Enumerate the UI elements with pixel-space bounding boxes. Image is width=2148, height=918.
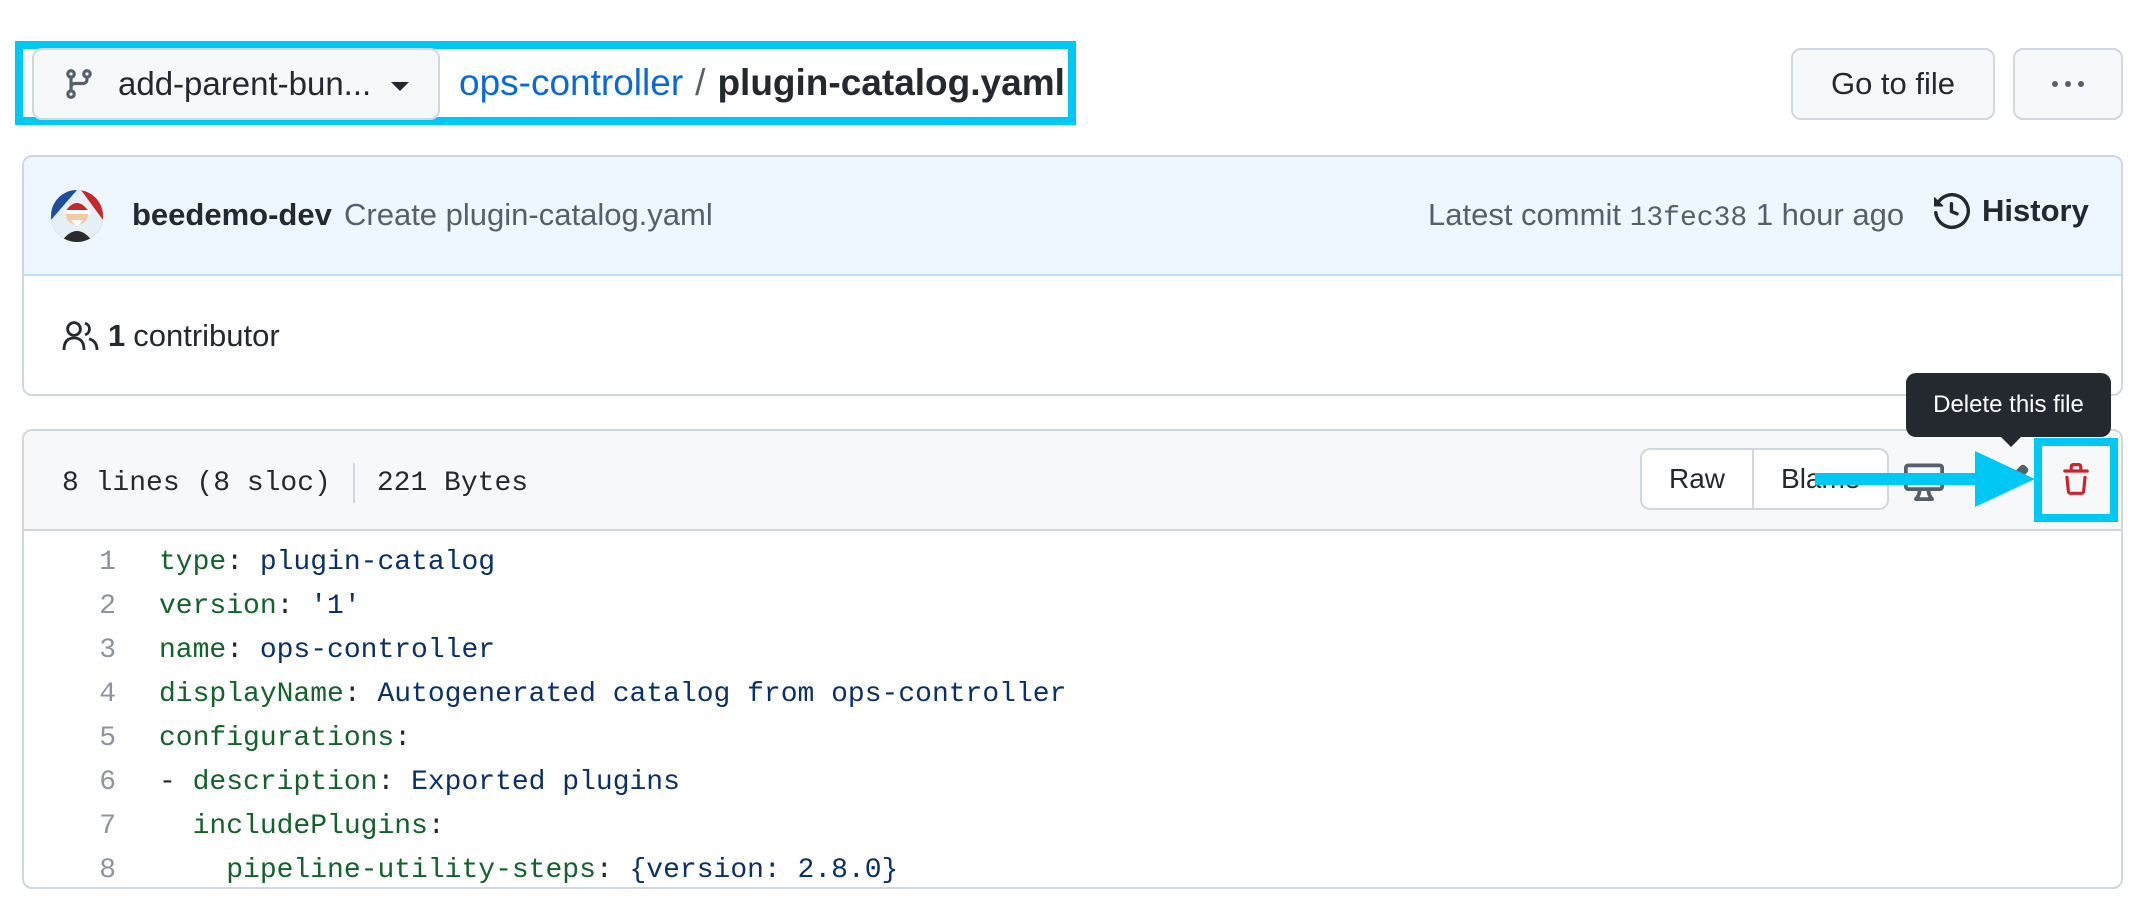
go-to-file-button[interactable]: Go to file [1791,48,1995,120]
contributors-link[interactable]: 1 contributor [62,318,280,354]
commit-author-link[interactable]: beedemo-dev [132,197,332,233]
breadcrumb-separator: / [695,62,706,103]
line-number[interactable]: 4 [24,679,116,710]
more-options-button[interactable] [2013,48,2123,120]
yaml-key: version [159,590,277,622]
code-line: 4 displayName: Autogenerated catalog fro… [24,672,2121,716]
code-line: 5 configurations: [24,716,2121,760]
git-branch-icon [66,69,92,99]
commit-message-link[interactable]: Create plugin-catalog.yaml [344,197,713,233]
latest-commit-row: beedemo-dev Create plugin-catalog.yaml L… [24,157,2121,276]
code-view: 1 type: plugin-catalog 2 version: '1' 3 … [24,531,2121,887]
code-text: version: '1' [159,591,361,622]
code-text: displayName: Autogenerated catalog from … [159,679,1066,710]
line-number[interactable]: 8 [24,855,116,886]
yaml-colon: : [427,810,445,842]
history-button[interactable]: History [1934,193,2089,229]
code-indent: - [159,766,193,798]
code-line: 3 name: ops-controller [24,628,2121,672]
branch-selector-button[interactable]: add-parent-bun... [32,48,440,120]
caret-down-icon [391,81,410,91]
code-line: 6 - description: Exported plugins [24,760,2121,804]
delete-file-button[interactable] [2034,438,2118,522]
yaml-key: configurations [159,722,395,754]
yaml-value: Autogenerated catalog from ops-controlle… [377,678,1067,710]
latest-commit-label: Latest commit [1428,197,1621,232]
history-label: History [1982,193,2089,228]
file-header: 8 lines (8 sloc) 221 Bytes Raw Blame [24,431,2121,531]
line-number[interactable]: 2 [24,591,116,622]
delete-file-tooltip: Delete this file [1906,373,2111,447]
yaml-key: type [159,546,227,578]
code-text: pipeline-utility-steps: {version: 2.8.0} [159,855,898,886]
code-text: includePlugins: [159,811,445,842]
yaml-colon: : [343,678,378,710]
commit-time: 1 hour ago [1755,197,1905,232]
yaml-colon: : [394,722,412,754]
file-viewer: 8 lines (8 sloc) 221 Bytes Raw Blame 1 t… [22,429,2123,889]
trash-icon [2063,463,2089,495]
code-line: 8 pipeline-utility-steps: {version: 2.8.… [24,848,2121,887]
kebab-dot [2065,81,2071,87]
avatar[interactable] [51,190,103,242]
commit-box: beedemo-dev Create plugin-catalog.yaml L… [22,155,2123,396]
people-icon [62,321,99,351]
yaml-key: includePlugins [192,810,428,842]
breadcrumb-repo-link[interactable]: ops-controller [459,62,683,103]
kebab-dot [2078,81,2084,87]
yaml-key: name [159,634,227,666]
divider [352,463,355,503]
file-lines-info: 8 lines (8 sloc) [62,467,331,499]
code-line: 1 type: plugin-catalog [24,540,2121,584]
code-text: - description: Exported plugins [159,767,680,798]
contributors-row: 1 contributor [24,276,2121,394]
code-line: 2 version: '1' [24,584,2121,628]
yaml-colon: : [595,854,630,886]
yaml-key: displayName [159,678,344,710]
file-info: 8 lines (8 sloc) 221 Bytes [62,463,528,503]
yaml-colon: : [226,634,260,666]
contributor-label: contributor [133,318,280,353]
code-line: 7 includePlugins: [24,804,2121,848]
code-text: configurations: [159,723,411,754]
line-number[interactable]: 1 [24,547,116,578]
yaml-value: Exported plugins [411,766,680,798]
code-text: name: ops-controller [159,635,495,666]
line-number[interactable]: 6 [24,767,116,798]
yaml-value: '1' [310,590,361,622]
line-number[interactable]: 7 [24,811,116,842]
annotation-arrow-icon [1815,451,2035,507]
yaml-key: pipeline-utility-steps [226,854,596,886]
branch-name: add-parent-bun... [118,65,372,102]
line-number[interactable]: 3 [24,635,116,666]
yaml-colon: : [276,590,311,622]
yaml-colon: : [226,546,260,578]
history-icon [1934,193,1970,229]
yaml-value: plugin-catalog [259,546,496,578]
commit-sha-link[interactable]: 13fec38 [1630,203,1748,234]
yaml-key: description [192,766,378,798]
kebab-horizontal-icon [2052,81,2058,87]
yaml-value: ops-controller [259,634,496,666]
yaml-colon: : [377,766,412,798]
breadcrumb: ops-controller / plugin-catalog.yaml [459,62,1065,104]
yaml-value: {version: 2.8.0} [629,854,899,886]
line-number[interactable]: 5 [24,723,116,754]
file-size: 221 Bytes [376,467,529,499]
breadcrumb-file-name: plugin-catalog.yaml [717,62,1065,103]
raw-button[interactable]: Raw [1642,450,1755,508]
latest-commit-info: Latest commit 13fec38 1 hour ago [1428,197,1904,234]
code-text: type: plugin-catalog [159,547,495,578]
avatar-image-icon [51,190,103,242]
contributor-count: 1 [108,318,126,353]
